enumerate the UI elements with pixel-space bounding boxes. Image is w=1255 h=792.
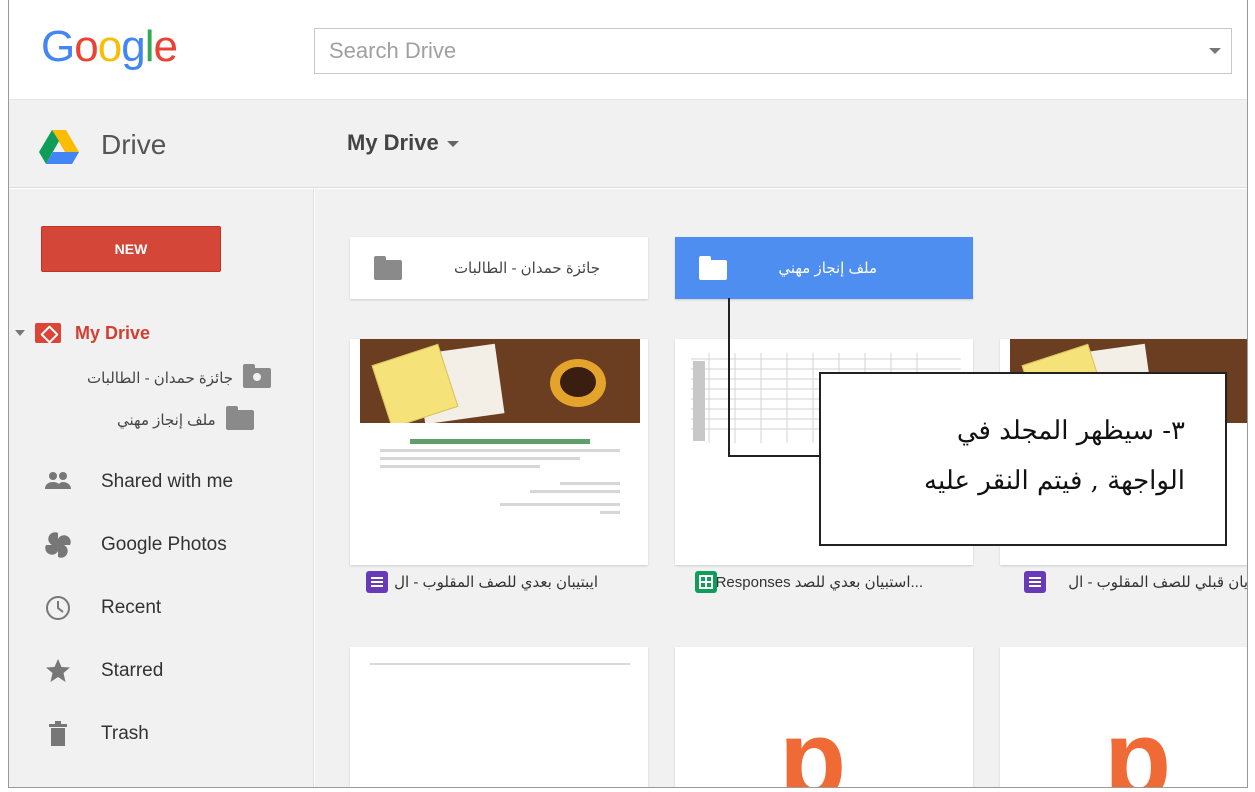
folder-icon (699, 256, 727, 280)
presentation-logo-icon: p (1104, 698, 1172, 788)
star-icon (43, 656, 73, 686)
chevron-down-icon (446, 141, 459, 148)
logo-letter: G (41, 22, 75, 71)
sidebar-item-label: Shared with me (101, 471, 234, 492)
sidebar-item-starred[interactable]: Starred (43, 656, 163, 686)
drive-window: Google Drive My Drive NEW My Drive جائزة… (8, 0, 1248, 788)
clock-icon (43, 593, 73, 623)
file-name: ...استبيان بعدي للصد Responses) (711, 574, 923, 591)
file-card[interactable] (350, 647, 648, 787)
logo-letter: e (153, 22, 178, 71)
google-logo[interactable]: Google (41, 22, 178, 72)
sidebar-item-label: My Drive (75, 322, 151, 343)
drive-logo-icon (39, 130, 79, 164)
folder-name: ملف إنجاز مهني (778, 260, 877, 277)
sidebar-item-photos[interactable]: Google Photos (43, 530, 227, 560)
sheets-icon (695, 571, 717, 593)
form-thumbnail (360, 339, 640, 565)
sidebar-item-trash[interactable]: Trash (43, 719, 149, 749)
new-button[interactable]: NEW (41, 226, 221, 272)
sidebar-item-shared[interactable]: Shared with me (43, 467, 233, 497)
sidebar-subfolder-label: ملف إنجاز مهني (117, 412, 216, 429)
callout-text: ٣- سيظهر المجلد في الواجهة , فيتم النقر … (845, 406, 1185, 506)
thumbnail-cup (550, 359, 606, 407)
file-name: يان قبلي للصف المقلوب - ال (1068, 574, 1248, 591)
thumbnail-text-lines (380, 439, 620, 519)
callout-line: ٣- سيظهر المجلد في (956, 416, 1185, 446)
file-card[interactable] (350, 339, 648, 565)
file-caption[interactable]: ...استبيان بعدي للصد Responses) (675, 567, 973, 597)
instruction-callout: ٣- سيظهر المجلد في الواجهة , فيتم النقر … (819, 372, 1227, 546)
sidebar-item-label: Trash (101, 723, 149, 744)
drive-app-label: Drive (101, 129, 167, 160)
search-input[interactable] (315, 29, 1175, 73)
sidebar-subfolder-hamdan[interactable]: جائزة حمدان - الطالبات (87, 364, 272, 391)
forms-icon (366, 571, 388, 593)
folder-name: جائزة حمدان - الطالبات (453, 260, 600, 277)
sidebar-item-recent[interactable]: Recent (43, 593, 161, 623)
sidebar-item-label: Starred (101, 660, 164, 681)
top-bar: Google (9, 0, 1247, 100)
my-drive-icon (35, 323, 61, 343)
thumbnail-banner (360, 339, 640, 423)
file-caption[interactable]: يان قبلي للصف المقلوب - ال (1000, 567, 1248, 597)
file-card[interactable]: p (675, 647, 973, 788)
callout-leader-horizontal (728, 455, 820, 457)
shared-folder-icon (374, 256, 402, 280)
logo-letter: g (121, 22, 146, 71)
file-caption[interactable]: ايبتيبان بعدي للصف المقلوب - ال (350, 567, 648, 597)
folder-icon (225, 406, 254, 430)
drive-header: Drive My Drive (9, 100, 1247, 188)
shared-folder-icon (243, 364, 272, 388)
search-options-icon[interactable] (1209, 48, 1221, 54)
folder-card-hamdan[interactable]: جائزة حمدان - الطالبات (350, 237, 648, 299)
pinwheel-icon (43, 530, 73, 560)
sidebar-subfolder-label: جائزة حمدان - الطالبات (87, 370, 234, 387)
file-name: ايبتيبان بعدي للصف المقلوب - ال (394, 574, 598, 591)
sidebar-item-label: Google Photos (101, 534, 227, 555)
file-card[interactable]: p (1000, 647, 1247, 788)
logo-letter: o (74, 22, 99, 71)
breadcrumb-my-drive[interactable]: My Drive (347, 130, 459, 156)
callout-line: الواجهة , فيتم النقر عليه (924, 466, 1185, 496)
search-box (314, 28, 1232, 74)
forms-icon (1024, 571, 1046, 593)
sidebar-subfolder-portfolio[interactable]: ملف إنجاز مهني (117, 406, 254, 433)
expand-arrow-icon[interactable] (15, 330, 25, 336)
breadcrumb-label: My Drive (347, 130, 439, 155)
logo-letter: o (97, 22, 123, 71)
sidebar: NEW My Drive جائزة حمدان - الطالبات ملف … (9, 189, 314, 787)
logo-letter: l (144, 22, 155, 71)
sidebar-item-label: Recent (101, 597, 162, 618)
trash-icon (43, 719, 73, 749)
folder-card-portfolio[interactable]: ملف إنجاز مهني (675, 237, 973, 299)
presentation-logo-icon: p (779, 698, 847, 788)
shared-people-icon (43, 467, 73, 497)
thumbnail-rule (370, 663, 630, 665)
sidebar-item-my-drive[interactable]: My Drive (15, 321, 150, 345)
callout-leader-vertical (728, 298, 730, 456)
